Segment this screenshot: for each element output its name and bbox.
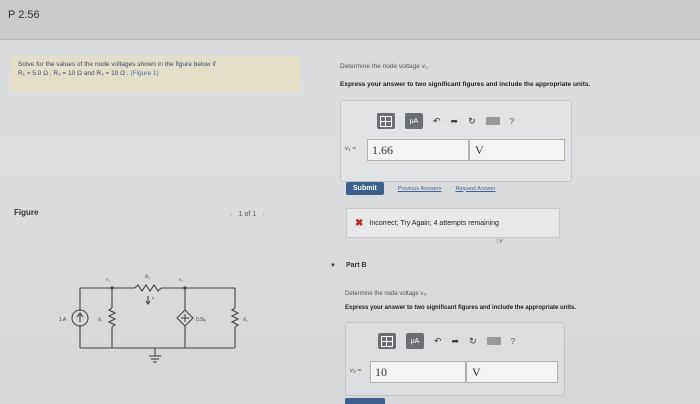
request-answer-link[interactable]: Request Answer [455,186,495,192]
r1-label: R₁ [97,318,103,323]
feedback-message: ✖ Incorrect; Try Again; 4 attempts remai… [346,208,560,238]
part-b-instruction: Express your answer to two significant f… [345,305,577,311]
v1-label: v₁ [106,278,110,283]
figure-pager: ‹ 1 of 1 › [230,210,265,219]
figure-label: Figure [14,208,39,217]
mouse-cursor-icon: ☞ [496,236,505,246]
part-a-var-label: v₁ = [345,145,356,152]
r3-label: R₃ [242,318,248,323]
previous-answers-link[interactable]: Previous Answers [398,186,442,192]
undo-icon[interactable]: ↶ [433,116,441,127]
part-b-collapse-icon[interactable]: ▼ [330,263,336,269]
r2-label: R₂ [144,275,150,280]
figure-link[interactable]: (Figure 1) [130,70,158,77]
units-button[interactable]: μA [405,113,423,129]
part-b-unit-input[interactable]: V [466,361,558,383]
part-a-value-input[interactable]: 1.66 [367,139,469,161]
dep-source-label: 0.5iₑ [196,317,206,323]
pager-text: 1 of 1 [238,211,257,218]
prompt-line-1: Solve for the values of the node voltage… [18,61,216,68]
problem-statement: Solve for the values of the node voltage… [10,56,300,92]
next-figure-icon[interactable]: › [262,210,265,219]
top-bar: P 2.56 [0,0,700,40]
current-label: iₑ [152,295,155,300]
help-icon[interactable]: ? [511,337,515,346]
v2-label: v₂ [179,278,183,283]
part-a-toolbar: μA ↶ ➦ ↻ ? [377,111,557,131]
undo-icon[interactable]: ↶ [434,336,442,347]
part-a-actions: Submit Previous Answers Request Answer [346,182,496,195]
part-b-question: Determine the node voltage v₂. [345,291,428,297]
redo-icon[interactable]: ➦ [451,116,459,127]
help-icon[interactable]: ? [510,117,514,126]
part-b-title[interactable]: Part B [346,262,367,269]
prev-figure-icon[interactable]: ‹ [230,210,233,219]
reset-icon[interactable]: ↻ [469,336,477,347]
part-b-toolbar: μA ↶ ➦ ↻ ? [378,331,558,351]
redo-icon[interactable]: ➦ [452,336,460,347]
incorrect-icon: ✖ [355,217,364,229]
part-a-answer-box: μA ↶ ➦ ↻ ? v₁ = 1.66 V [340,100,572,182]
part-a-unit-input[interactable]: V [469,139,565,161]
prompt-line-2: R₁ = 5.0 Ω , R₂ = 10 Ω and R₃ = 10 Ω . (… [18,70,292,79]
templates-icon[interactable] [378,333,396,349]
part-b-var-label: v₂ = [350,367,362,374]
submit-button[interactable]: Submit [346,182,384,195]
problem-title: P 2.56 [8,9,40,21]
prompt-values: R₁ = 5.0 Ω , R₂ = 10 Ω and R₃ = 10 Ω . [18,69,129,77]
units-button[interactable]: μA [406,333,424,349]
source-label: 1 A [59,317,67,323]
part-a-instruction: Express your answer to two significant f… [340,81,591,88]
part-b-value-input[interactable]: 10 [370,361,466,383]
keyboard-icon[interactable] [486,337,501,345]
part-a-question: Determine the node voltage v₁. [340,63,429,70]
circuit-diagram: 1 A R₁ v₁ R₂ v₂ iₑ 0.5iₑ R₃ [59,275,248,363]
keyboard-icon[interactable] [485,117,500,125]
reset-icon[interactable]: ↻ [468,116,476,127]
part-b-answer-box: μA ↶ ➦ ↻ ? v₂ = 10 V [345,322,565,396]
part-b-submit-button[interactable] [345,398,385,404]
feedback-text: Incorrect; Try Again; 4 attempts remaini… [369,219,499,227]
templates-icon[interactable] [377,113,395,129]
